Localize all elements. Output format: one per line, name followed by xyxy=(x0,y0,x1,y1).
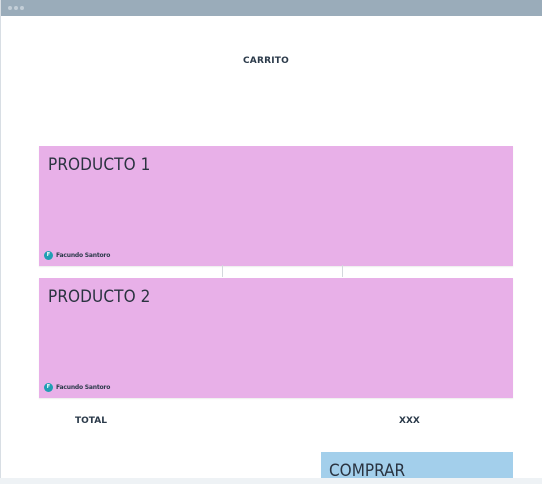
bottom-strip xyxy=(0,478,542,484)
total-value: XXX xyxy=(399,416,420,426)
product-card[interactable]: PRODUCTO 1 F Facundo Santoro xyxy=(39,146,513,266)
total-label: TOTAL xyxy=(75,416,107,426)
window-control-dot[interactable] xyxy=(20,6,24,10)
app-window: CARRITO PRODUCTO 1 F Facundo Santoro PRO… xyxy=(0,0,542,478)
window-titlebar xyxy=(1,0,542,16)
buy-button-label: COMPRAR xyxy=(329,461,406,478)
author-tag: F Facundo Santoro xyxy=(44,382,110,392)
product-card[interactable]: PRODUCTO 2 F Facundo Santoro xyxy=(39,278,513,398)
product-title: PRODUCTO 1 xyxy=(48,155,151,175)
window-control-dot[interactable] xyxy=(14,6,18,10)
avatar: F xyxy=(44,250,53,260)
author-name: Facundo Santoro xyxy=(56,251,111,259)
avatar: F xyxy=(44,382,53,392)
page-title: CARRITO xyxy=(243,56,289,66)
divider xyxy=(222,265,223,277)
author-name: Facundo Santoro xyxy=(56,383,111,391)
divider xyxy=(342,265,343,277)
window-control-dot[interactable] xyxy=(8,6,12,10)
buy-button[interactable]: COMPRAR xyxy=(321,452,513,478)
product-title: PRODUCTO 2 xyxy=(48,287,151,307)
author-tag: F Facundo Santoro xyxy=(44,250,110,260)
